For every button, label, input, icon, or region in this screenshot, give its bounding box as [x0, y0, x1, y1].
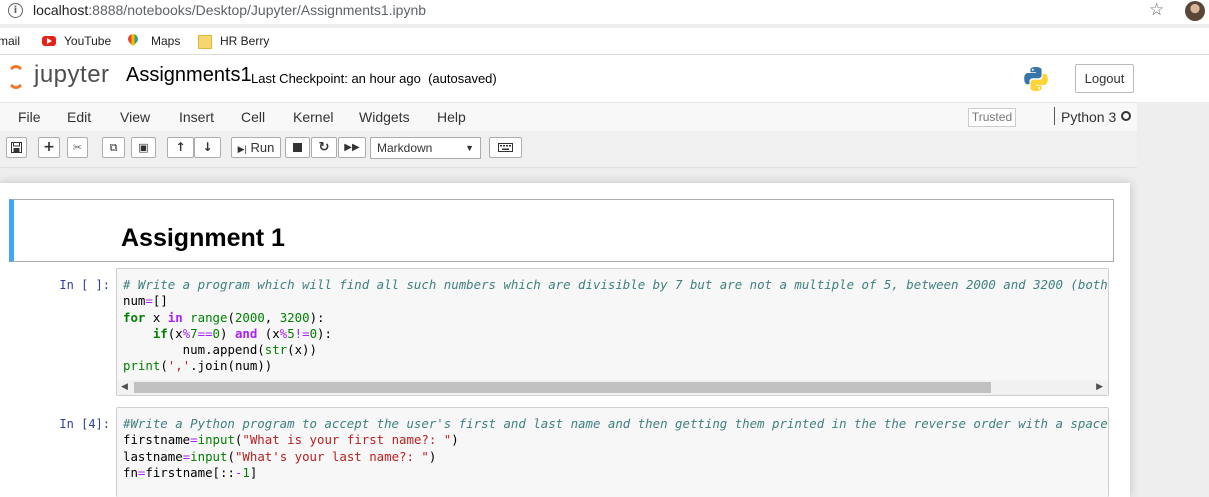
notebook-toolbar: + ✂ ⧉ ▣ ↑ ↓ ▶| Run ↻ ▶▶ Markdown ▼	[0, 131, 1137, 168]
cell-prompt: In [ ]:	[59, 278, 110, 292]
cell-type-select[interactable]: Markdown ▼	[370, 137, 481, 159]
menubar: File Edit View Insert Cell Kernel Widget…	[0, 102, 1137, 132]
bookmark-youtube[interactable]: YouTube	[64, 34, 111, 48]
paste-icon[interactable]: ▣	[131, 137, 156, 158]
logout-button[interactable]: Logout	[1075, 64, 1134, 93]
bookmark-maps[interactable]: Maps	[151, 34, 180, 48]
url-host: localhost	[33, 2, 89, 18]
kernel-name[interactable]: Python 3	[1061, 109, 1116, 125]
menu-file[interactable]: File	[18, 109, 41, 125]
autosave-text: (autosaved)	[428, 71, 497, 86]
menu-help[interactable]: Help	[437, 109, 466, 125]
jupyter-logo-icon[interactable]	[7, 65, 25, 89]
scroll-right-icon[interactable]: ▶	[1096, 381, 1103, 392]
bookmarks-bar: mail YouTube Maps HR Berry	[0, 28, 1209, 55]
keyboard-icon[interactable]	[489, 137, 522, 158]
insert-cell-icon[interactable]: +	[38, 137, 60, 158]
trusted-indicator[interactable]: Trusted	[968, 108, 1016, 127]
kernel-divider	[1054, 107, 1055, 125]
code-editor[interactable]: #Write a Python program to accept the us…	[123, 416, 1108, 481]
url-path: :8888/notebooks/Desktop/Jupyter/Assignme…	[88, 2, 427, 18]
bookmark-gmail[interactable]: mail	[0, 34, 20, 48]
step-forward-icon: ▶|	[237, 144, 247, 154]
restart-icon[interactable]: ↻	[311, 137, 337, 158]
scroll-left-icon[interactable]: ◀	[121, 381, 128, 392]
menu-edit[interactable]: Edit	[67, 109, 91, 125]
menu-widgets[interactable]: Widgets	[359, 109, 410, 125]
cell-prompt: In [4]:	[59, 417, 110, 431]
checkpoint-text: Last Checkpoint: an hour ago	[251, 71, 421, 86]
kernel-idle-icon	[1121, 111, 1131, 121]
address-bar: i localhost:8888/notebooks/Desktop/Jupyt…	[0, 0, 1209, 24]
code-editor[interactable]: # Write a program which will find all su…	[123, 277, 1108, 375]
maps-pin-icon	[125, 31, 141, 47]
run-button[interactable]: ▶| Run	[231, 137, 281, 158]
save-icon[interactable]	[6, 137, 27, 158]
python-logo-icon	[1024, 67, 1048, 91]
notebook-title[interactable]: Assignments1	[126, 64, 252, 87]
profile-avatar[interactable]	[1185, 1, 1205, 21]
jupyter-logo-text[interactable]: jupyter	[34, 61, 110, 89]
copy-icon[interactable]: ⧉	[102, 137, 125, 158]
folder-icon	[198, 35, 212, 49]
site-info-icon[interactable]: i	[8, 3, 23, 18]
scrollbar-thumb[interactable]	[134, 382, 991, 393]
checkpoint-status: Last Checkpoint: an hour ago (autosaved)	[251, 71, 497, 86]
url-text[interactable]: localhost:8888/notebooks/Desktop/Jupyter…	[33, 2, 426, 18]
restart-run-all-icon[interactable]: ▶▶	[338, 137, 366, 158]
horizontal-scrollbar[interactable]: ◀ ▶	[117, 380, 1108, 395]
run-label: Run	[250, 140, 275, 155]
code-cell-input[interactable]: #Write a Python program to accept the us…	[116, 407, 1109, 497]
menu-kernel[interactable]: Kernel	[293, 109, 333, 125]
move-up-icon[interactable]: ↑	[167, 137, 194, 158]
bookmark-star-icon[interactable]: ☆	[1149, 0, 1164, 20]
move-down-icon[interactable]: ↓	[194, 137, 221, 158]
menu-cell[interactable]: Cell	[241, 109, 265, 125]
code-cell-input[interactable]: # Write a program which will find all su…	[116, 268, 1109, 396]
menu-view[interactable]: View	[120, 109, 150, 125]
bookmark-hr-berry[interactable]: HR Berry	[220, 34, 269, 48]
jupyter-header: jupyter Assignments1 Last Checkpoint: an…	[0, 55, 1209, 102]
interrupt-icon[interactable]	[285, 137, 310, 158]
chevron-down-icon: ▼	[465, 143, 474, 153]
menu-insert[interactable]: Insert	[179, 109, 214, 125]
cell-type-value: Markdown	[377, 141, 433, 155]
youtube-icon	[42, 36, 56, 46]
markdown-heading: Assignment 1	[121, 224, 285, 252]
cut-icon[interactable]: ✂	[67, 137, 88, 158]
